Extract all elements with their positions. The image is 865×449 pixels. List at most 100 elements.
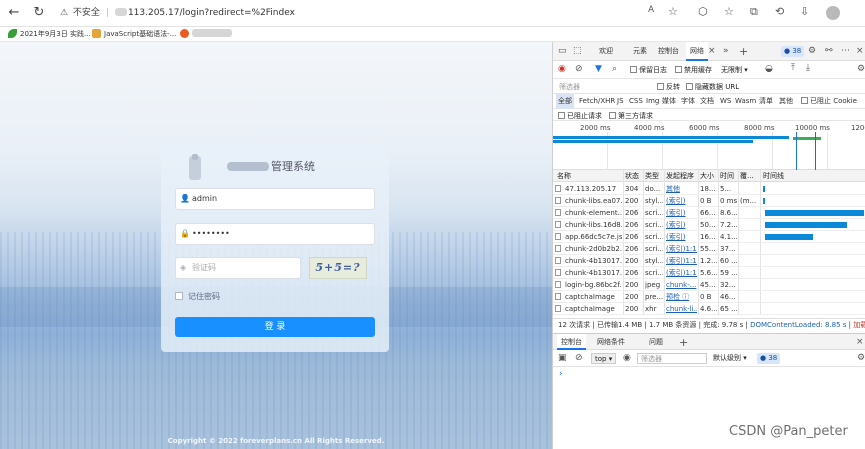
type-filter-ws[interactable]: WS	[720, 94, 731, 109]
hide-data-url-checkbox[interactable]: 隐藏数据 URL	[686, 82, 739, 92]
tab-network[interactable]: 网络	[686, 42, 708, 61]
table-row[interactable]: chunk-libs.16d8... 206 scri... (索引) 50... 7.2…	[553, 219, 865, 231]
col-type[interactable]: 类型	[645, 170, 659, 182]
type-filter-css[interactable]: CSS	[629, 94, 643, 109]
issues-badge[interactable]: ● 38	[781, 46, 805, 57]
filter-input[interactable]: 筛选器	[557, 81, 647, 93]
type-filter-all[interactable]: 全部	[556, 94, 574, 109]
password-field[interactable]: 🔒 ••••••••	[175, 223, 375, 245]
close-icon[interactable]: ×	[856, 46, 864, 56]
context-select[interactable]: top ▾	[591, 353, 617, 364]
col-time[interactable]: 时间	[720, 170, 734, 182]
eye-icon[interactable]: ◉	[623, 353, 631, 363]
more-icon[interactable]: ⋯	[841, 46, 850, 56]
console-prompt[interactable]: ›	[559, 369, 563, 379]
cell-size: 18...	[700, 185, 716, 193]
drawer-tab-console[interactable]: 控制台	[557, 334, 586, 350]
preserve-log-checkbox[interactable]: 保留日志	[630, 65, 667, 75]
gear-icon[interactable]: ⚙	[808, 46, 816, 56]
type-filter-media[interactable]: 媒体	[662, 94, 676, 109]
file-icon	[555, 305, 561, 312]
type-filter-other[interactable]: 其他	[779, 94, 793, 109]
invert-checkbox[interactable]: 反转	[657, 82, 680, 92]
captcha-field[interactable]: ◈ 验证码	[175, 257, 301, 279]
filter-icon[interactable]: ▼	[595, 64, 602, 74]
log-level-select[interactable]: 默认级别 ▾	[713, 353, 747, 364]
drawer-tab-issues[interactable]: 问题	[645, 334, 667, 350]
type-filter-img[interactable]: Img	[646, 94, 659, 109]
address-bar[interactable]: ⚠ 不安全 | 113.205.17/login?redirect=%2Findex	[58, 4, 698, 23]
bookmark-item[interactable]: JavaScript基础语法-...	[92, 27, 176, 42]
upload-icon[interactable]: ⤒	[791, 63, 795, 73]
col-name[interactable]: 名称	[557, 170, 571, 182]
type-filter-js[interactable]: JS	[617, 94, 624, 109]
overview-timeline[interactable]: 2000 ms 4000 ms 6000 ms 8000 ms 10000 ms…	[553, 120, 865, 170]
col-waterfall[interactable]: 时间线	[763, 170, 784, 182]
login-button[interactable]: 登 录	[175, 317, 375, 337]
type-filter-font[interactable]: 字体	[681, 94, 695, 109]
issues-count: 38	[792, 47, 802, 55]
favorite-add-icon[interactable]: ☆	[668, 5, 678, 18]
downloads-icon[interactable]: ⇩	[800, 5, 809, 18]
type-filter-fetch[interactable]: Fetch/XHR	[579, 94, 615, 109]
captcha-image[interactable]: 5+5=?	[309, 257, 367, 279]
connect-icon[interactable]: ⚯	[825, 46, 833, 56]
col-overrides[interactable]: 覆...	[740, 170, 754, 182]
favorites-icon[interactable]: ☆	[724, 5, 734, 18]
tab-welcome[interactable]: 欢迎	[595, 42, 617, 61]
settings-icon[interactable]: ⚙	[857, 64, 865, 74]
bookmark-item[interactable]	[180, 27, 233, 42]
col-initiator[interactable]: 发起程序	[666, 170, 694, 182]
table-row[interactable]: captchaImage 200 xhr chunk-li... 4.6... 65 ..…	[553, 303, 865, 315]
search-icon[interactable]: ⌕	[612, 64, 617, 74]
device-toggle-icon[interactable]: ▭	[558, 46, 567, 56]
console-issues-badge[interactable]: ● 38	[757, 353, 781, 364]
type-filter-manifest[interactable]: 清单	[759, 94, 773, 109]
console-settings-icon[interactable]: ⚙	[857, 353, 865, 363]
table-row[interactable]: chunk-4b13017...200 styl...(索引)1:1...1.2.…	[553, 255, 865, 267]
type-filter-doc[interactable]: 文档	[700, 94, 714, 109]
remember-checkbox[interactable]: 记住密码	[175, 291, 220, 302]
username-field[interactable]: 👤 admin	[175, 188, 375, 210]
col-size[interactable]: 大小	[700, 170, 714, 182]
sidebar-toggle-icon[interactable]: ▣	[558, 353, 567, 363]
table-row[interactable]: 47.113.205.17 304 do... 其他 18... 5...	[553, 183, 865, 195]
add-tab-icon[interactable]: +	[679, 336, 688, 349]
inspect-icon[interactable]: ⬚	[573, 46, 582, 56]
tab-console[interactable]: 控制台	[654, 42, 683, 61]
close-drawer-icon[interactable]: ×	[856, 337, 864, 347]
table-row[interactable]: chunk-element... 206 scri... (索引) 66... 8.6..…	[553, 207, 865, 219]
more-tabs-icon[interactable]: »	[723, 46, 729, 56]
table-row[interactable]: login-bg.86bc2f... 200 jpeg chunk-... 45... 3…	[553, 279, 865, 291]
collections-icon[interactable]: ⧉	[750, 5, 758, 19]
close-tab-icon[interactable]: ×	[708, 46, 716, 56]
tab-elements[interactable]: 元素	[629, 42, 651, 61]
throttle-select[interactable]: 无限制 ▾	[721, 65, 748, 75]
clear-console-icon[interactable]: ⊘	[575, 353, 583, 363]
disable-cache-checkbox[interactable]: 禁用缓存	[675, 65, 712, 75]
drawer-tab-network-conditions[interactable]: 网络条件	[593, 334, 629, 350]
wifi-icon[interactable]: ◒	[765, 64, 773, 74]
table-row[interactable]: chunk-4b13017...206 scri...(索引)1:1...5.6.…	[553, 267, 865, 279]
watermark: CSDN @Pan_peter	[729, 424, 848, 439]
reload-icon[interactable]: ↻	[31, 5, 47, 21]
col-status[interactable]: 状态	[625, 170, 639, 182]
table-row[interactable]: chunk-libs.ea07... 200 styl... (索引) 0 B 0 ms(…	[553, 195, 865, 207]
download-icon[interactable]: ⤓	[806, 63, 810, 73]
back-icon[interactable]: ←	[6, 5, 22, 21]
table-row[interactable]: chunk-2d0b2b2...206 scri...(索引)1:1...55..…	[553, 243, 865, 255]
read-aloud-icon[interactable]: A	[648, 5, 654, 15]
bookmark-item[interactable]: 2021年9月3日 实践...	[8, 27, 91, 42]
extension-icon[interactable]: ⬡	[698, 5, 708, 18]
waterfall-bar	[765, 234, 813, 240]
type-filter-wasm[interactable]: Wasm	[735, 94, 756, 109]
record-icon[interactable]: ◉	[558, 64, 566, 74]
profile-avatar[interactable]	[826, 6, 840, 20]
clear-icon[interactable]: ⊘	[575, 64, 583, 74]
table-row[interactable]: captchaImage 200 pre... 预检 ⓘ 0 B 46...	[553, 291, 865, 303]
console-filter-input[interactable]: 筛选器	[637, 353, 707, 364]
table-row[interactable]: app.66dc5c7e.js 206 scri... (索引) 16... 4.1...	[553, 231, 865, 243]
add-tab-icon[interactable]: +	[739, 45, 748, 58]
blocked-cookies-checkbox[interactable]: 已阻止 Cookie	[801, 94, 857, 109]
history-icon[interactable]: ⟲	[775, 5, 784, 18]
